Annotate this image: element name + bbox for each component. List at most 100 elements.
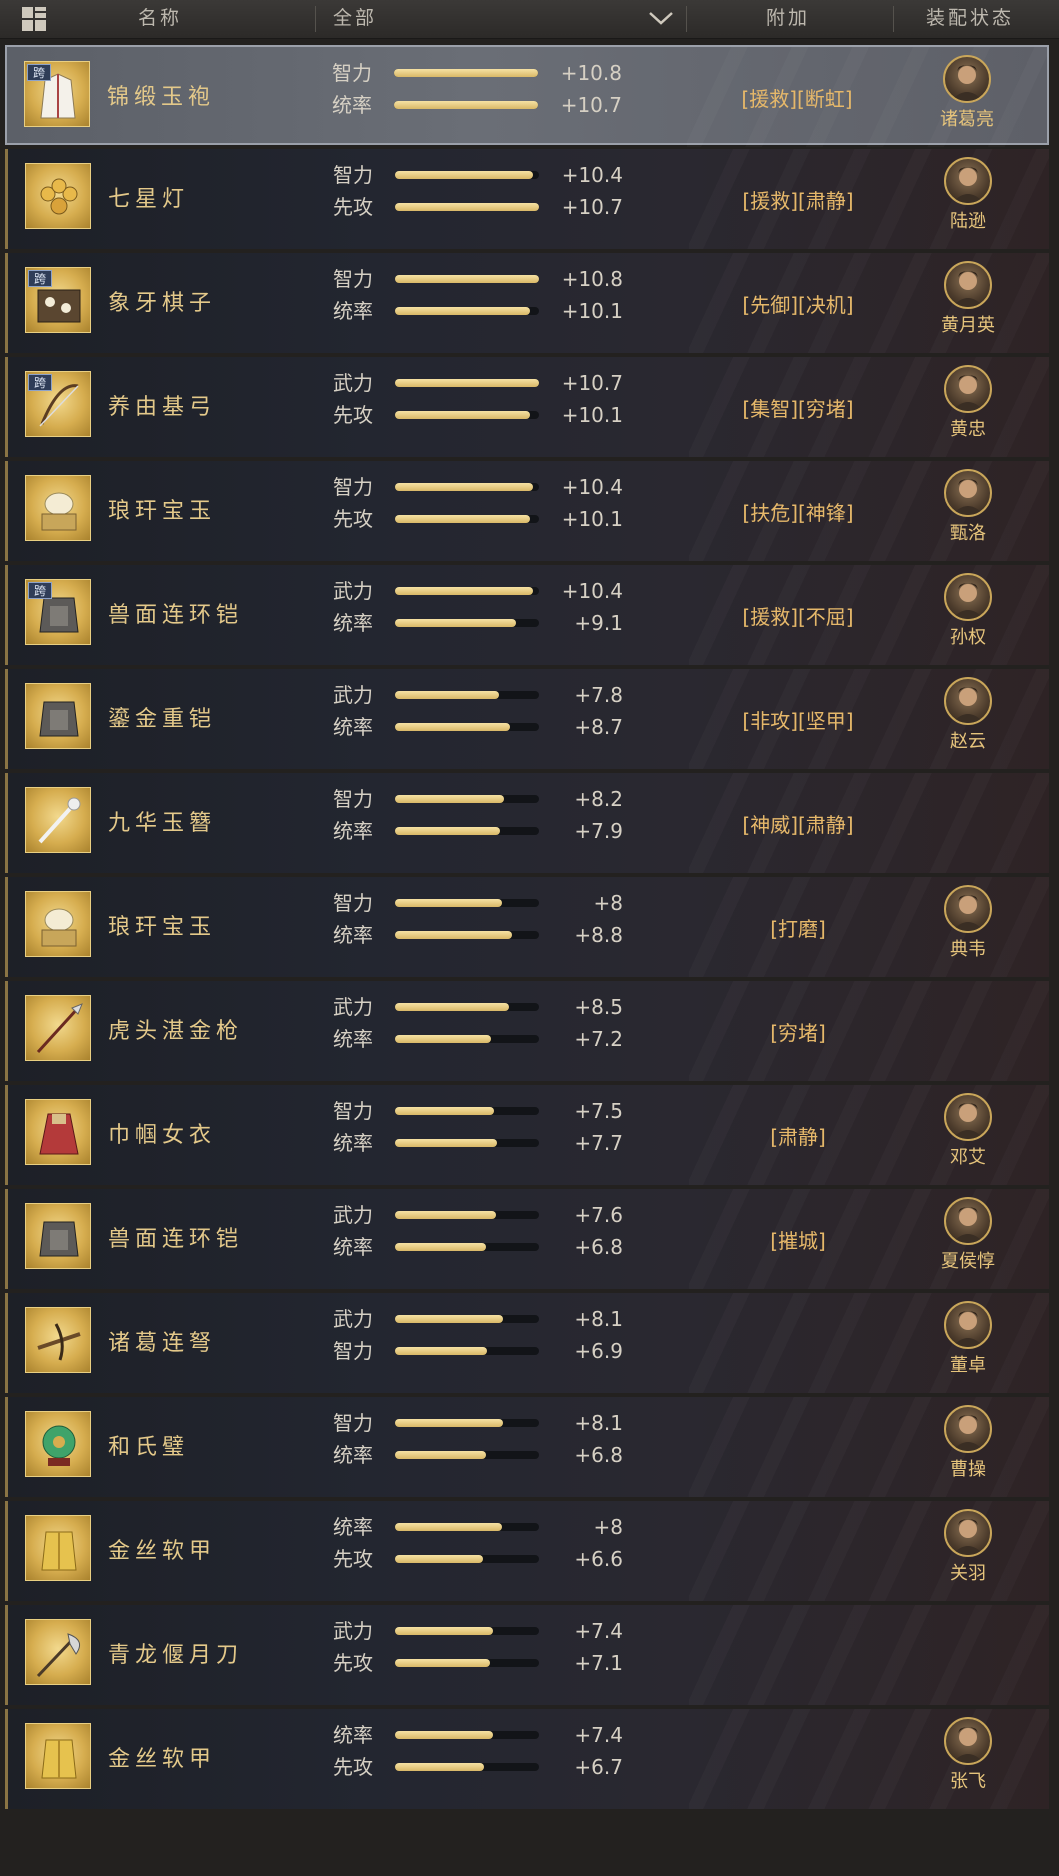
stat-bar xyxy=(395,1659,539,1667)
stat-line: 先攻 +10.1 xyxy=(333,507,623,531)
jade-icon[interactable] xyxy=(25,891,91,957)
list-header: 名称 全部 附加 装配状态 xyxy=(0,0,1059,39)
equipment-row[interactable]: 巾帼女衣 智力 +7.5 统率 +7.7 [肃静] 邓艾 xyxy=(5,1085,1049,1185)
robe-icon[interactable]: 跨 xyxy=(24,61,90,127)
equipment-row[interactable]: 和氏璧 智力 +8.1 统率 +6.8 曹操 xyxy=(5,1397,1049,1497)
equipment-row[interactable]: 琅玕宝玉 智力 +8 统率 +8.8 [打磨] 典韦 xyxy=(5,877,1049,977)
extra-effects: [穷堵] xyxy=(770,1021,826,1045)
equipment-row[interactable]: 兽面连环铠 武力 +7.6 统率 +6.8 [摧城] 夏侯惇 xyxy=(5,1189,1049,1289)
equipped-hero[interactable]: 赵云 xyxy=(933,677,1003,761)
avatar[interactable] xyxy=(943,55,991,103)
hero-name: 夏侯惇 xyxy=(941,1251,995,1272)
item-name: 琅玕宝玉 xyxy=(108,915,217,940)
stat-value: +8.7 xyxy=(574,715,623,739)
chess-icon[interactable]: 跨 xyxy=(25,267,91,333)
equip-status-column-header[interactable]: 装配状态 xyxy=(926,0,1014,36)
avatar[interactable] xyxy=(944,677,992,725)
equipped-hero[interactable]: 典韦 xyxy=(933,885,1003,969)
equipped-hero[interactable]: 黄忠 xyxy=(933,365,1003,449)
avatar[interactable] xyxy=(944,1717,992,1765)
armor-icon[interactable] xyxy=(25,683,91,749)
item-name: 青龙偃月刀 xyxy=(108,1643,244,1668)
equipment-row[interactable]: 金丝软甲 统率 +7.4 先攻 +6.7 张飞 xyxy=(5,1709,1049,1809)
jade-icon[interactable] xyxy=(25,475,91,541)
stat-bar-fill xyxy=(395,203,539,211)
stat-line: 统率 +7.9 xyxy=(333,819,623,843)
dress-icon[interactable] xyxy=(25,1099,91,1165)
equipment-row[interactable]: 虎头湛金枪 武力 +8.5 统率 +7.2 [穷堵] xyxy=(5,981,1049,1081)
armor-icon[interactable]: 跨 xyxy=(25,579,91,645)
stat-value: +8 xyxy=(593,891,623,915)
vest-icon[interactable] xyxy=(25,1515,91,1581)
equipped-hero[interactable]: 曹操 xyxy=(933,1405,1003,1489)
equipment-row[interactable]: 七星灯 智力 +10.4 先攻 +10.7 [援救][肃静] 陆逊 xyxy=(5,149,1049,249)
equipment-row[interactable]: 鎏金重铠 武力 +7.8 统率 +8.7 [非攻][坚甲] 赵云 xyxy=(5,669,1049,769)
stat-value: +10.1 xyxy=(561,507,623,531)
stat-bar-fill xyxy=(395,515,530,523)
equipment-row[interactable]: 诸葛连弩 武力 +8.1 智力 +6.9 董卓 xyxy=(5,1293,1049,1393)
avatar[interactable] xyxy=(944,573,992,621)
stat-value: +10.7 xyxy=(561,371,623,395)
stat-value: +9.1 xyxy=(574,611,623,635)
avatar[interactable] xyxy=(944,1509,992,1557)
extra-effects: [肃静] xyxy=(770,1125,826,1149)
stat-label: 智力 xyxy=(332,61,372,85)
equipped-hero[interactable]: 诸葛亮 xyxy=(932,55,1002,139)
equipped-hero[interactable]: 张飞 xyxy=(933,1717,1003,1801)
hairpin-icon[interactable] xyxy=(25,787,91,853)
stat-line: 统率 +8 xyxy=(333,1515,623,1539)
stat-label: 统率 xyxy=(333,611,373,635)
stat-bar xyxy=(394,69,538,77)
filter-dropdown-value[interactable]: 全部 xyxy=(333,0,377,36)
stat-bar xyxy=(395,795,539,803)
stat-line: 武力 +8.5 xyxy=(333,995,623,1019)
avatar[interactable] xyxy=(944,1405,992,1453)
extra-column-header[interactable]: 附加 xyxy=(766,0,810,36)
glaive-icon[interactable] xyxy=(25,1619,91,1685)
equipment-row[interactable]: 跨锦缎玉袍 智力 +10.8 统率 +10.7 [援救][断虹] 诸葛亮 xyxy=(5,45,1049,147)
bi-icon[interactable] xyxy=(25,1411,91,1477)
equipped-hero[interactable]: 黄月英 xyxy=(933,261,1003,345)
equipment-row[interactable]: 跨兽面连环铠 武力 +10.4 统率 +9.1 [援救][不屈] 孙权 xyxy=(5,565,1049,665)
stat-line: 统率 +10.7 xyxy=(332,93,622,117)
avatar[interactable] xyxy=(944,261,992,309)
stat-line: 先攻 +7.1 xyxy=(333,1651,623,1675)
spear-icon[interactable] xyxy=(25,995,91,1061)
equipment-row[interactable]: 九华玉簪 智力 +8.2 统率 +7.9 [神威][肃静] xyxy=(5,773,1049,873)
equipment-row[interactable]: 琅玕宝玉 智力 +10.4 先攻 +10.1 [扶危][神锋] 甄洛 xyxy=(5,461,1049,561)
stat-bar xyxy=(395,1003,539,1011)
layout-toggle-icon[interactable] xyxy=(22,7,48,31)
avatar[interactable] xyxy=(944,1197,992,1245)
armor-icon[interactable] xyxy=(25,1203,91,1269)
equipped-hero[interactable]: 夏侯惇 xyxy=(933,1197,1003,1281)
avatar[interactable] xyxy=(944,469,992,517)
hero-name: 孙权 xyxy=(950,627,986,648)
item-name: 兽面连环铠 xyxy=(108,1227,244,1252)
equipment-row[interactable]: 跨象牙棋子 智力 +10.8 统率 +10.1 [先御][决机] 黄月英 xyxy=(5,253,1049,353)
equipped-hero[interactable]: 董卓 xyxy=(933,1301,1003,1385)
lamp-icon[interactable] xyxy=(25,163,91,229)
crossbow-icon[interactable] xyxy=(25,1307,91,1373)
name-column-header[interactable]: 名称 xyxy=(138,0,182,36)
equipment-row[interactable]: 青龙偃月刀 武力 +7.4 先攻 +7.1 xyxy=(5,1605,1049,1705)
equipped-hero[interactable]: 邓艾 xyxy=(933,1093,1003,1177)
avatar[interactable] xyxy=(944,365,992,413)
equipment-row[interactable]: 金丝软甲 统率 +8 先攻 +6.6 关羽 xyxy=(5,1501,1049,1601)
equipped-hero[interactable]: 陆逊 xyxy=(933,157,1003,241)
stat-bar xyxy=(395,1347,539,1355)
stat-bar-fill xyxy=(395,1627,493,1635)
avatar[interactable] xyxy=(944,1301,992,1349)
chevron-down-icon[interactable] xyxy=(648,10,674,26)
bow-icon[interactable]: 跨 xyxy=(25,371,91,437)
avatar[interactable] xyxy=(944,885,992,933)
equipped-hero[interactable]: 孙权 xyxy=(933,573,1003,657)
stat-bar xyxy=(395,1419,539,1427)
equipped-hero[interactable]: 关羽 xyxy=(933,1509,1003,1593)
stat-bar-fill xyxy=(395,1419,503,1427)
equipped-hero[interactable]: 甄洛 xyxy=(933,469,1003,553)
stat-bar-fill xyxy=(395,307,530,315)
vest-icon[interactable] xyxy=(25,1723,91,1789)
avatar[interactable] xyxy=(944,1093,992,1141)
avatar[interactable] xyxy=(944,157,992,205)
equipment-row[interactable]: 跨养由基弓 武力 +10.7 先攻 +10.1 [集智][穷堵] 黄忠 xyxy=(5,357,1049,457)
